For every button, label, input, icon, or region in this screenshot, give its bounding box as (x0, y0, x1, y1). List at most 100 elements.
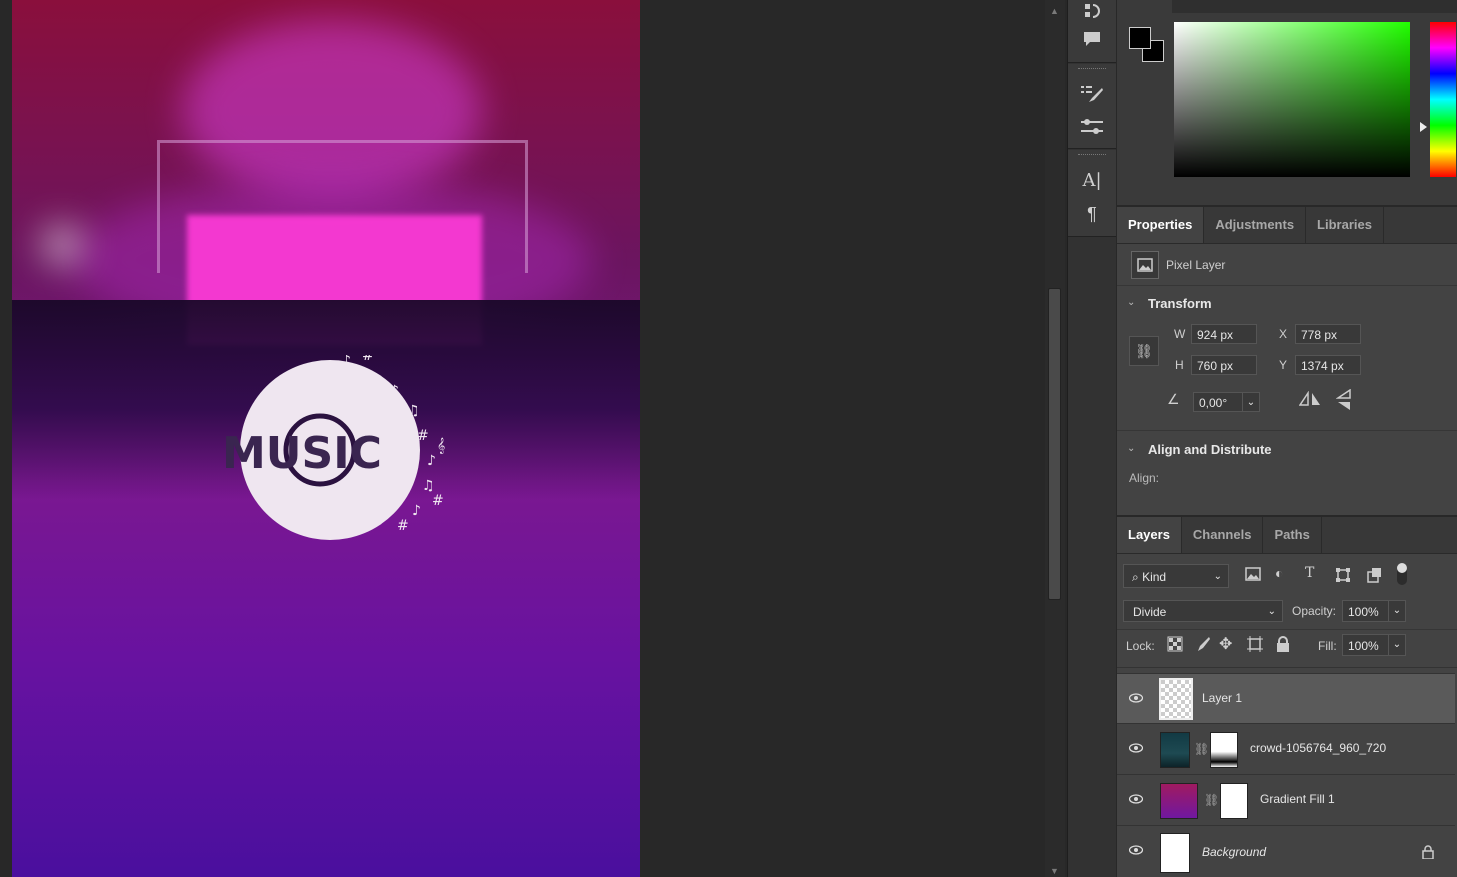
properties-tabs: Properties Adjustments Libraries (1117, 207, 1457, 244)
flip-vertical-icon[interactable] (1335, 388, 1352, 414)
visibility-eye-icon[interactable] (1129, 843, 1143, 857)
layer-mask-thumbnail[interactable] (1220, 783, 1248, 819)
brush-settings-icon[interactable] (1068, 77, 1116, 111)
lock-all-icon[interactable] (1276, 636, 1290, 655)
layers-panel: Layers Channels Paths ⌕ Kind ⌄ ◐ T Divid… (1117, 517, 1457, 877)
lock-artboard-icon[interactable] (1247, 636, 1263, 655)
document-canvas[interactable]: ♪ ♫ # ♪ ♫ ♪ # ♪ # # 𝄞 MUSIC (12, 0, 640, 877)
tab-layers[interactable]: Layers (1117, 517, 1182, 553)
svg-text:#: # (397, 518, 409, 534)
history-icon[interactable] (1068, 0, 1116, 22)
fill-field[interactable]: 100% (1342, 634, 1390, 656)
blend-mode-select[interactable]: Divide ⌄ (1123, 600, 1283, 622)
height-field[interactable]: 760 px (1191, 355, 1257, 375)
visibility-eye-icon[interactable] (1129, 741, 1143, 755)
layer-lock-icon[interactable] (1422, 845, 1434, 864)
tab-libraries[interactable]: Libraries (1306, 207, 1384, 243)
flip-horizontal-icon[interactable] (1298, 390, 1321, 410)
transform-header[interactable]: Transform (1148, 296, 1212, 311)
layer-name[interactable]: crowd-1056764_960_720 (1250, 741, 1386, 755)
layer-row[interactable]: ⛓ crowd-1056764_960_720 (1117, 723, 1455, 773)
scroll-up-icon[interactable]: ▲ (1050, 6, 1059, 16)
search-icon: ⌕ (1132, 570, 1139, 584)
foreground-color-swatch[interactable] (1129, 27, 1151, 49)
layer-mask-thumbnail[interactable] (1210, 732, 1238, 768)
panel-icon-column: A| ¶ (1067, 0, 1116, 877)
adjustment-presets-icon[interactable] (1068, 111, 1116, 145)
color-field[interactable] (1174, 22, 1410, 177)
layer-row[interactable]: Layer 1 (1117, 673, 1455, 723)
hue-slider-arrow-icon[interactable] (1420, 122, 1427, 132)
chevron-down-icon: ⌄ (1267, 606, 1276, 617)
svg-text:♪: ♪ (390, 383, 399, 399)
opacity-dropdown-icon[interactable]: ⌄ (1388, 600, 1406, 622)
fill-dropdown-icon[interactable]: ⌄ (1388, 634, 1406, 656)
lock-position-move-icon[interactable]: ✥ (1219, 634, 1232, 654)
mask-link-icon[interactable]: ⛓ (1204, 793, 1219, 807)
filter-type-icon[interactable]: T (1305, 565, 1314, 581)
vertical-scrollbar[interactable]: ▲ ▼ (1045, 0, 1065, 877)
height-label: H (1175, 358, 1184, 372)
x-label: X (1279, 327, 1288, 341)
properties-panel: Properties Adjustments Libraries Pixel L… (1117, 207, 1457, 515)
layer-row[interactable]: Background (1117, 825, 1455, 877)
paragraph-icon[interactable]: ¶ (1068, 197, 1116, 231)
layer-thumbnail (1160, 783, 1198, 819)
mask-link-icon[interactable]: ⛓ (1194, 742, 1209, 756)
color-panel (1117, 0, 1457, 205)
filter-toggle-switch[interactable] (1397, 563, 1407, 585)
filter-smart-object-icon[interactable] (1366, 567, 1382, 586)
x-field[interactable]: 778 px (1295, 324, 1361, 344)
tab-properties[interactable]: Properties (1117, 207, 1205, 243)
svg-text:#: # (362, 355, 374, 364)
layer-name[interactable]: Gradient Fill 1 (1260, 792, 1335, 806)
link-dimensions-icon[interactable]: ⛓ (1129, 336, 1159, 366)
svg-text:♪: ♪ (342, 355, 351, 369)
blend-mode-value: Divide (1133, 605, 1167, 619)
angle-icon: ∠ (1167, 391, 1180, 407)
transform-collapse-icon[interactable]: ⌄ (1127, 297, 1135, 308)
filter-adjustment-icon[interactable]: ◐ (1275, 565, 1283, 581)
angle-dropdown-icon[interactable]: ⌄ (1242, 392, 1260, 412)
filter-kind-label: Kind (1142, 570, 1167, 584)
layers-tabs: Layers Channels Paths (1117, 517, 1457, 554)
layer-name[interactable]: Background (1202, 845, 1266, 859)
layer-thumbnail (1160, 732, 1190, 768)
tab-channels[interactable]: Channels (1182, 517, 1264, 553)
angle-field[interactable]: 0,00° (1193, 392, 1243, 412)
scrollbar-thumb[interactable] (1048, 288, 1061, 600)
y-field[interactable]: 1374 px (1295, 355, 1361, 375)
character-icon[interactable]: A| (1068, 163, 1116, 197)
filter-pixel-icon[interactable] (1245, 567, 1261, 584)
svg-text:𝄞: 𝄞 (437, 438, 445, 454)
tab-paths[interactable]: Paths (1263, 517, 1322, 553)
lock-pixels-brush-icon[interactable] (1194, 636, 1210, 655)
svg-text:♪: ♪ (412, 503, 421, 519)
opacity-field[interactable]: 100% (1342, 600, 1390, 622)
width-field[interactable]: 924 px (1191, 324, 1257, 344)
scroll-down-icon[interactable]: ▼ (1050, 866, 1059, 876)
layer-thumbnail (1160, 833, 1190, 873)
visibility-eye-icon[interactable] (1129, 691, 1143, 705)
chevron-down-icon: ⌄ (1213, 571, 1222, 582)
align-distribute-header[interactable]: Align and Distribute (1148, 442, 1272, 457)
tab-adjustments[interactable]: Adjustments (1204, 207, 1307, 243)
layer-row[interactable]: ⛓ Gradient Fill 1 (1117, 774, 1455, 824)
align-collapse-icon[interactable]: ⌄ (1127, 443, 1135, 454)
music-logo: ♪♫# ♪♫♪ #♪ # #𝄞 MUSIC (222, 355, 445, 540)
layer-type-label: Pixel Layer (1166, 258, 1226, 272)
y-label: Y (1279, 358, 1288, 372)
svg-text:#: # (432, 493, 444, 509)
lock-label: Lock: (1126, 639, 1155, 653)
layer-name[interactable]: Layer 1 (1202, 691, 1242, 705)
hue-slider[interactable] (1430, 22, 1456, 177)
layer-filter-select[interactable]: ⌕ Kind ⌄ (1123, 564, 1229, 588)
svg-text:#: # (417, 428, 429, 444)
filter-shape-icon[interactable] (1335, 567, 1351, 586)
svg-text:♫: ♫ (407, 403, 420, 419)
lock-transparent-icon[interactable] (1167, 636, 1183, 655)
pixel-layer-icon (1131, 251, 1159, 279)
layer-thumbnail (1159, 678, 1193, 720)
visibility-eye-icon[interactable] (1129, 792, 1143, 806)
comments-icon[interactable] (1068, 22, 1116, 56)
